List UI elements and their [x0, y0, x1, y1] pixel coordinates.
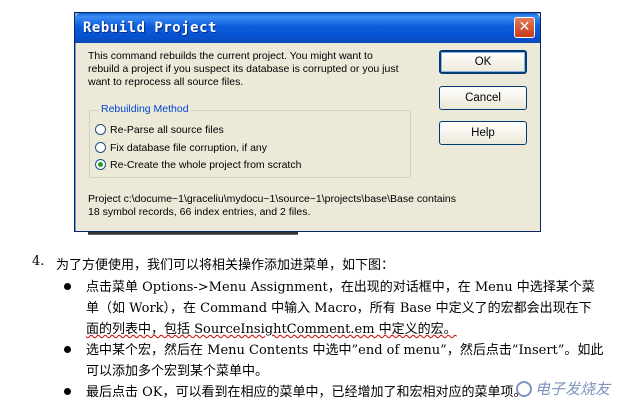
help-button[interactable]: Help [439, 121, 527, 145]
project-info: Project c:\docume~1\graceliu\mydocu~1\so… [88, 193, 528, 219]
watermark-logo-icon [515, 381, 532, 397]
bullet-line: 可以添加多个宏到某个菜单中。 [86, 364, 269, 379]
radio-label: Fix database file corruption, if any [110, 142, 267, 154]
dialog-message: This command rebuilds the current projec… [88, 50, 418, 89]
info-line: 18 symbol records, 66 index entries, and… [88, 206, 311, 218]
radio-fix-corruption[interactable]: Fix database file corruption, if any [95, 141, 267, 155]
radio-button-icon [95, 142, 106, 153]
close-button[interactable]: ✕ [514, 17, 535, 38]
bullet-icon [64, 346, 71, 353]
bullet-line: 面的列表中，包括 SourceInsightComment.em 中定义的宏。 [86, 322, 457, 337]
radio-label: Re-Parse all source files [110, 124, 224, 136]
info-line: Project c:\docume~1\graceliu\mydocu~1\so… [88, 193, 456, 205]
cropped-text-fragment [88, 232, 298, 235]
close-icon: ✕ [518, 19, 531, 35]
rebuilding-method-group: Rebuilding Method Re-Parse all source fi… [89, 103, 411, 178]
watermark-text: 电子发烧友 [534, 380, 610, 398]
bullet-line: 单（如 Work），在 Command 中输入 Macro，所有 Base 中定… [86, 301, 592, 316]
radio-button-icon [95, 124, 106, 135]
cancel-button[interactable]: Cancel [439, 86, 527, 110]
item-text: 为了方便使用，我们可以将相关操作添加进菜单，如下图： [56, 258, 395, 273]
item-number: 4. [32, 254, 45, 269]
watermark: 电子发烧友 [515, 378, 610, 399]
message-line: want to reprocess all source files. [88, 76, 244, 88]
message-line: rebuild a project if you suspect its dat… [88, 63, 399, 75]
ok-button[interactable]: OK [439, 50, 527, 74]
message-line: This command rebuilds the current projec… [88, 50, 373, 62]
group-title: Rebuilding Method [99, 103, 191, 115]
radio-reparse[interactable]: Re-Parse all source files [95, 123, 224, 137]
bullet-icon [64, 283, 71, 290]
rebuild-project-dialog: Rebuild Project ✕ This command rebuilds … [74, 12, 541, 232]
radio-selected-icon [95, 159, 106, 170]
dialog-title: Rebuild Project [83, 20, 217, 36]
bullet-line: 点击菜单 Options->Menu Assignment，在出现的对话框中，在… [86, 280, 595, 295]
radio-label: Re-Create the whole project from scratch [110, 159, 302, 171]
bullet-line: 选中某个宏，然后在 Menu Contents 中选中”end of menu”… [86, 343, 604, 358]
bullet-line: 最后点击 OK，可以看到在相应的菜单中，已经增加了和宏相对应的菜单项。 [86, 385, 527, 400]
bullet-icon [64, 388, 71, 395]
dialog-titlebar[interactable]: Rebuild Project ✕ [75, 13, 540, 43]
radio-recreate[interactable]: Re-Create the whole project from scratch [95, 158, 301, 172]
